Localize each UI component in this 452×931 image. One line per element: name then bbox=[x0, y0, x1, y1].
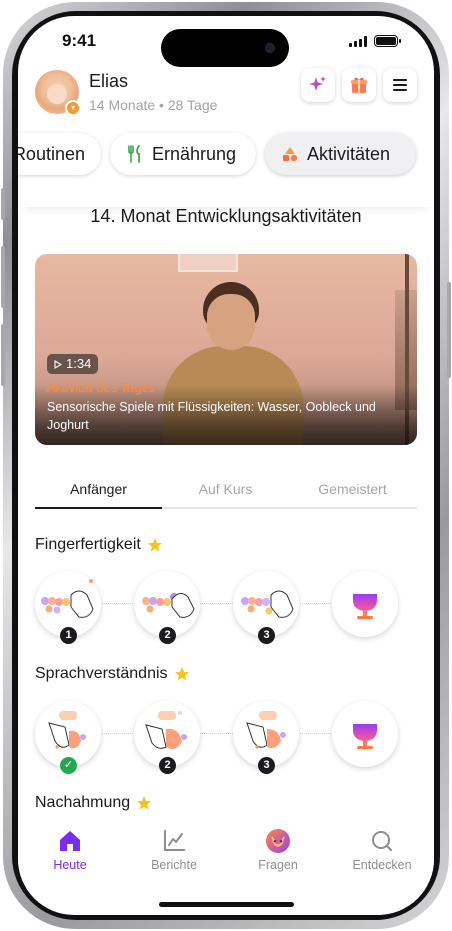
baby-photo bbox=[47, 84, 67, 104]
search-icon bbox=[372, 831, 392, 851]
skill-step[interactable]: 1 bbox=[35, 571, 101, 644]
tab-auf-kurs[interactable]: Auf Kurs bbox=[162, 481, 289, 497]
volume-down-button bbox=[1, 324, 5, 386]
skill-title: Fingerfertigkeit bbox=[35, 536, 141, 553]
step-number-badge: 1 bbox=[60, 627, 77, 644]
chevron-down-icon[interactable]: ▾ bbox=[65, 100, 81, 116]
status-icons bbox=[349, 35, 401, 47]
sparkle-icon bbox=[309, 76, 326, 91]
skill-title: Sprachverständnis bbox=[35, 665, 168, 682]
trophy-icon bbox=[353, 594, 377, 619]
skill-step[interactable]: 3 bbox=[233, 701, 299, 774]
battery-icon bbox=[374, 35, 401, 47]
app-screen: 9:41 ▾ Elias 14 Monate • 28 Tage Routine… bbox=[18, 16, 434, 915]
camera-icon bbox=[265, 43, 275, 53]
gift-button[interactable] bbox=[342, 68, 376, 102]
home-indicator bbox=[159, 902, 294, 907]
chip-aktivitaeten[interactable]: Aktivitäten bbox=[265, 133, 416, 175]
gift-icon bbox=[351, 77, 367, 93]
mute-switch bbox=[1, 188, 5, 220]
nav-label: Fragen bbox=[258, 858, 298, 872]
step-number-badge: 3 bbox=[258, 757, 275, 774]
cat-icon bbox=[266, 829, 290, 853]
video-duration-badge: 1:34 bbox=[47, 354, 99, 374]
signal-icon bbox=[349, 35, 367, 47]
chip-label: Routinen bbox=[18, 143, 85, 164]
star-icon bbox=[147, 538, 162, 552]
tab-gemeistert[interactable]: Gemeistert bbox=[289, 481, 416, 497]
skill-step[interactable]: 2 bbox=[134, 701, 200, 774]
play-icon bbox=[54, 359, 62, 369]
fork-knife-icon bbox=[128, 145, 140, 163]
profile-name[interactable]: Elias bbox=[89, 71, 128, 92]
star-icon bbox=[137, 796, 152, 810]
status-time: 9:41 bbox=[62, 31, 97, 50]
nav-entdecken[interactable]: Entdecken bbox=[330, 828, 434, 872]
skill-trophy[interactable] bbox=[332, 701, 398, 767]
skill-step[interactable]: 2 bbox=[134, 571, 200, 644]
chart-icon bbox=[164, 830, 185, 851]
skill-path-fingerfertigkeit: 1 2 3 bbox=[35, 571, 417, 644]
avatar[interactable]: ▾ bbox=[35, 70, 81, 116]
check-icon: ✓ bbox=[60, 757, 77, 774]
presenter-face bbox=[207, 294, 255, 350]
nav-berichte[interactable]: Berichte bbox=[122, 828, 226, 872]
star-icon bbox=[174, 667, 189, 681]
trophy-icon bbox=[353, 724, 377, 749]
activity-video-card[interactable]: 1:34 Aktivität des Tages Sensorische Spi… bbox=[35, 254, 417, 445]
level-tabs: Anfänger Auf Kurs Gemeistert bbox=[35, 479, 417, 509]
home-icon bbox=[60, 831, 80, 851]
power-button bbox=[447, 282, 451, 378]
skill-trophy[interactable] bbox=[332, 571, 398, 637]
video-kicker: Aktivität des Tages bbox=[47, 380, 156, 395]
background-picture bbox=[178, 254, 238, 272]
skill-step[interactable]: ✓ bbox=[35, 701, 101, 774]
nav-label: Berichte bbox=[151, 858, 197, 872]
chip-routinen[interactable]: Routinen bbox=[18, 133, 101, 175]
skill-path-sprachverstaendnis: ✓ 2 3 bbox=[35, 701, 417, 774]
category-chips: Routinen Ernährung Aktivitäten bbox=[18, 131, 434, 207]
nav-fragen[interactable]: Fragen bbox=[226, 828, 330, 872]
menu-icon bbox=[393, 79, 407, 91]
chip-label: Ernährung bbox=[152, 143, 237, 164]
bottom-nav: Heute Berichte Fragen Entdecken bbox=[18, 824, 434, 882]
shapes-icon bbox=[283, 147, 298, 162]
skill-heading-fingerfertigkeit: Fingerfertigkeit bbox=[35, 536, 163, 554]
sparkle-button[interactable] bbox=[301, 68, 335, 102]
step-number-badge: 2 bbox=[159, 757, 176, 774]
step-number-badge: 3 bbox=[258, 627, 275, 644]
nav-label: Heute bbox=[53, 858, 87, 872]
step-number-badge: 2 bbox=[159, 627, 176, 644]
nav-label: Entdecken bbox=[352, 858, 412, 872]
skill-step[interactable]: 3 bbox=[233, 571, 299, 644]
tab-anfaenger[interactable]: Anfänger bbox=[35, 481, 162, 497]
tab-underline bbox=[35, 507, 162, 509]
dynamic-island bbox=[161, 29, 289, 67]
video-title: Sensorische Spiele mit Flüssigkeiten: Wa… bbox=[47, 400, 376, 432]
menu-button[interactable] bbox=[383, 68, 417, 102]
video-duration: 1:34 bbox=[66, 356, 92, 371]
chip-label: Aktivitäten bbox=[307, 143, 391, 164]
skill-heading-sprachverstaendnis: Sprachverständnis bbox=[35, 665, 190, 683]
profile-age: 14 Monate • 28 Tage bbox=[89, 97, 218, 113]
volume-up-button bbox=[1, 246, 5, 308]
nav-heute[interactable]: Heute bbox=[18, 828, 122, 872]
chip-ernaehrung[interactable]: Ernährung bbox=[110, 133, 256, 175]
skill-title: Nachahmung bbox=[35, 794, 131, 811]
skill-heading-nachahmung: Nachahmung bbox=[35, 794, 152, 812]
page-title: 14. Monat Entwicklungsaktivitäten bbox=[90, 206, 362, 226]
